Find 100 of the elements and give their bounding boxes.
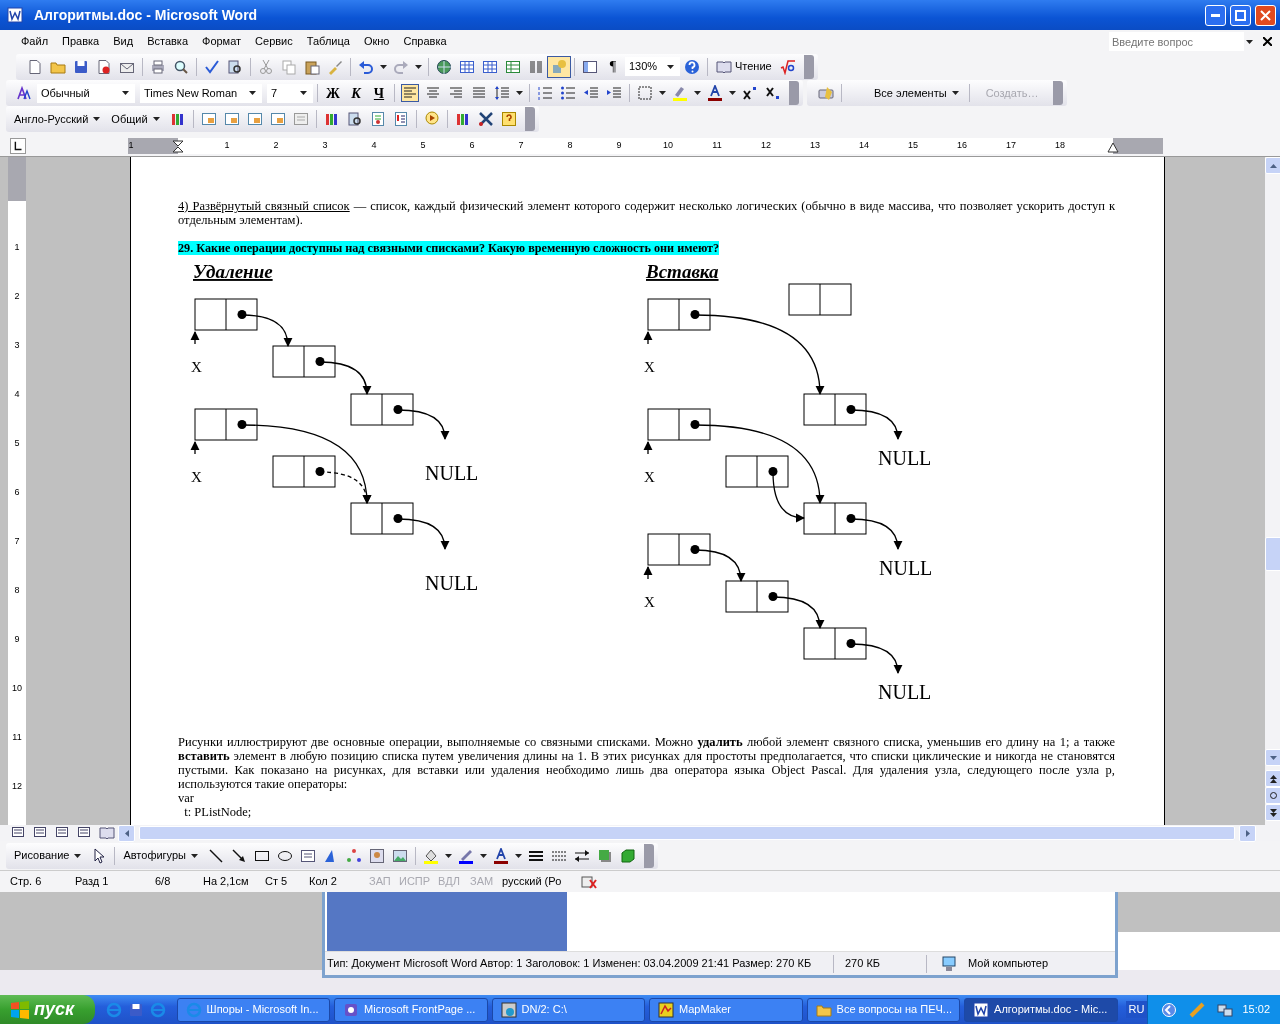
taskbar-button[interactable]: Шпоры - Microsoft In... bbox=[176, 997, 331, 1022]
menu-item[interactable]: Вставка bbox=[140, 31, 195, 52]
italic-button[interactable]: К bbox=[345, 82, 367, 104]
new-document-icon[interactable] bbox=[27, 58, 43, 75]
toolbar-options-button[interactable] bbox=[803, 54, 814, 79]
spelling-check-icon[interactable] bbox=[204, 58, 220, 75]
print-preview-icon[interactable] bbox=[173, 58, 189, 75]
caret-icon[interactable] bbox=[729, 91, 736, 95]
search-page-icon[interactable] bbox=[346, 111, 363, 127]
language-indicator[interactable]: RU bbox=[1125, 1001, 1148, 1018]
close-icon[interactable] bbox=[1263, 37, 1272, 46]
research-icon[interactable] bbox=[227, 58, 243, 75]
menu-item[interactable]: Справка bbox=[396, 31, 454, 52]
scroll-down-button[interactable] bbox=[1265, 749, 1280, 766]
text-box-icon[interactable] bbox=[300, 847, 316, 864]
help-icon[interactable] bbox=[684, 58, 700, 75]
borders-icon[interactable] bbox=[637, 85, 653, 101]
fill-color-icon[interactable] bbox=[423, 847, 439, 864]
bulleted-list-icon[interactable] bbox=[560, 85, 576, 101]
books-icon[interactable] bbox=[169, 111, 186, 127]
taskbar-button[interactable]: Все вопросы на ПЕЧ... bbox=[806, 997, 961, 1022]
keyboard-icon[interactable] bbox=[818, 85, 834, 101]
minimize-button[interactable] bbox=[1205, 4, 1226, 26]
drawing-menu-button[interactable]: Рисование bbox=[10, 847, 88, 864]
reading-button[interactable]: Чтение bbox=[712, 58, 776, 75]
superscript-icon[interactable] bbox=[742, 85, 758, 101]
document-map-icon[interactable] bbox=[582, 58, 598, 75]
help-search-field[interactable]: Введите вопрос bbox=[1109, 32, 1244, 51]
caret-icon[interactable] bbox=[659, 91, 666, 95]
speech-bubble-icon[interactable] bbox=[423, 111, 440, 127]
tools-icon[interactable] bbox=[477, 111, 494, 127]
font-combo[interactable]: Times New Roman bbox=[140, 83, 262, 103]
taskbar-button[interactable]: Microsoft FrontPage ... bbox=[334, 997, 488, 1022]
dictionary-dropdown[interactable]: Англо-Русский bbox=[10, 110, 107, 128]
maximize-button[interactable] bbox=[1230, 4, 1251, 26]
caret-icon[interactable] bbox=[480, 853, 487, 858]
undo-icon[interactable] bbox=[358, 58, 374, 75]
right-indent-marker-icon[interactable] bbox=[1107, 141, 1119, 153]
tab-selector-icon[interactable] bbox=[10, 138, 26, 154]
caret-icon[interactable] bbox=[445, 853, 452, 858]
globe-icon[interactable] bbox=[436, 58, 452, 75]
line-icon[interactable] bbox=[208, 847, 224, 864]
shadow-icon[interactable] bbox=[597, 847, 613, 864]
reading-view-icon[interactable] bbox=[99, 825, 115, 841]
spreadsheet-icon[interactable] bbox=[505, 58, 521, 75]
menu-item[interactable]: Файл bbox=[14, 31, 56, 52]
taskbar-button[interactable]: MapMaker bbox=[649, 997, 803, 1022]
justify-icon[interactable] bbox=[471, 85, 487, 101]
card-icon[interactable] bbox=[223, 111, 240, 127]
insert-table-icon[interactable] bbox=[482, 58, 498, 75]
arrow-style-icon[interactable] bbox=[574, 847, 590, 864]
next-page-button[interactable] bbox=[1265, 804, 1280, 821]
drawing-toggle[interactable] bbox=[548, 56, 570, 77]
permission-icon[interactable] bbox=[96, 58, 112, 75]
align-left-icon[interactable] bbox=[402, 85, 418, 101]
menu-item[interactable]: Вид bbox=[106, 31, 141, 52]
taskbar-button[interactable]: DN/2: C:\ bbox=[491, 997, 646, 1022]
arrow-icon[interactable] bbox=[231, 847, 247, 864]
close-button[interactable] bbox=[1255, 4, 1276, 26]
toolbar-options-button[interactable] bbox=[644, 843, 654, 868]
line-color-icon[interactable] bbox=[458, 847, 474, 864]
card-icon[interactable] bbox=[292, 111, 309, 127]
styles-icon[interactable] bbox=[17, 85, 33, 101]
table-draw-icon[interactable] bbox=[459, 58, 475, 75]
font-color-icon[interactable] bbox=[493, 847, 509, 864]
font-size-combo[interactable]: 7 bbox=[267, 83, 313, 103]
all-elements-dropdown[interactable]: Все элементы bbox=[870, 84, 965, 102]
menu-item[interactable]: Сервис bbox=[248, 31, 300, 52]
category-dropdown[interactable]: Общий bbox=[107, 110, 166, 128]
caret-icon[interactable] bbox=[380, 64, 387, 69]
underline-button[interactable]: Ч bbox=[368, 82, 390, 104]
menu-item[interactable]: Формат bbox=[195, 31, 249, 52]
save-icon[interactable] bbox=[73, 58, 89, 75]
align-center-icon[interactable] bbox=[425, 85, 441, 101]
menu-item[interactable]: Правка bbox=[55, 31, 107, 52]
caret-icon[interactable] bbox=[516, 91, 523, 95]
menu-item[interactable]: Таблица bbox=[299, 31, 357, 52]
print-icon[interactable] bbox=[150, 58, 166, 75]
books-icon[interactable] bbox=[454, 111, 471, 127]
zoom-combo[interactable]: 130% bbox=[625, 57, 680, 76]
checklist-icon[interactable] bbox=[369, 111, 386, 127]
increase-indent-icon[interactable] bbox=[606, 85, 622, 101]
autoshapes-menu-button[interactable]: Автофигуры bbox=[119, 847, 204, 864]
scroll-up-button[interactable] bbox=[1265, 157, 1280, 174]
browse-object-button[interactable] bbox=[1265, 787, 1280, 804]
equation-icon[interactable] bbox=[779, 58, 796, 75]
card-icon[interactable] bbox=[200, 111, 217, 127]
save-icon[interactable] bbox=[127, 1001, 144, 1018]
align-right-icon[interactable] bbox=[448, 85, 464, 101]
previous-page-button[interactable] bbox=[1265, 770, 1280, 787]
clip-art-icon[interactable] bbox=[369, 847, 385, 864]
alert-list-icon[interactable] bbox=[392, 111, 409, 127]
pilcrow-button[interactable]: ¶ bbox=[602, 56, 624, 77]
font-color-icon[interactable] bbox=[707, 85, 723, 101]
indent-marker-icon[interactable] bbox=[172, 140, 184, 153]
highlight-icon[interactable] bbox=[672, 85, 688, 101]
card-icon[interactable] bbox=[246, 111, 263, 127]
line-spacing-icon[interactable] bbox=[494, 85, 510, 101]
columns-icon[interactable] bbox=[528, 58, 544, 75]
toolbar-options-button[interactable] bbox=[524, 107, 535, 131]
